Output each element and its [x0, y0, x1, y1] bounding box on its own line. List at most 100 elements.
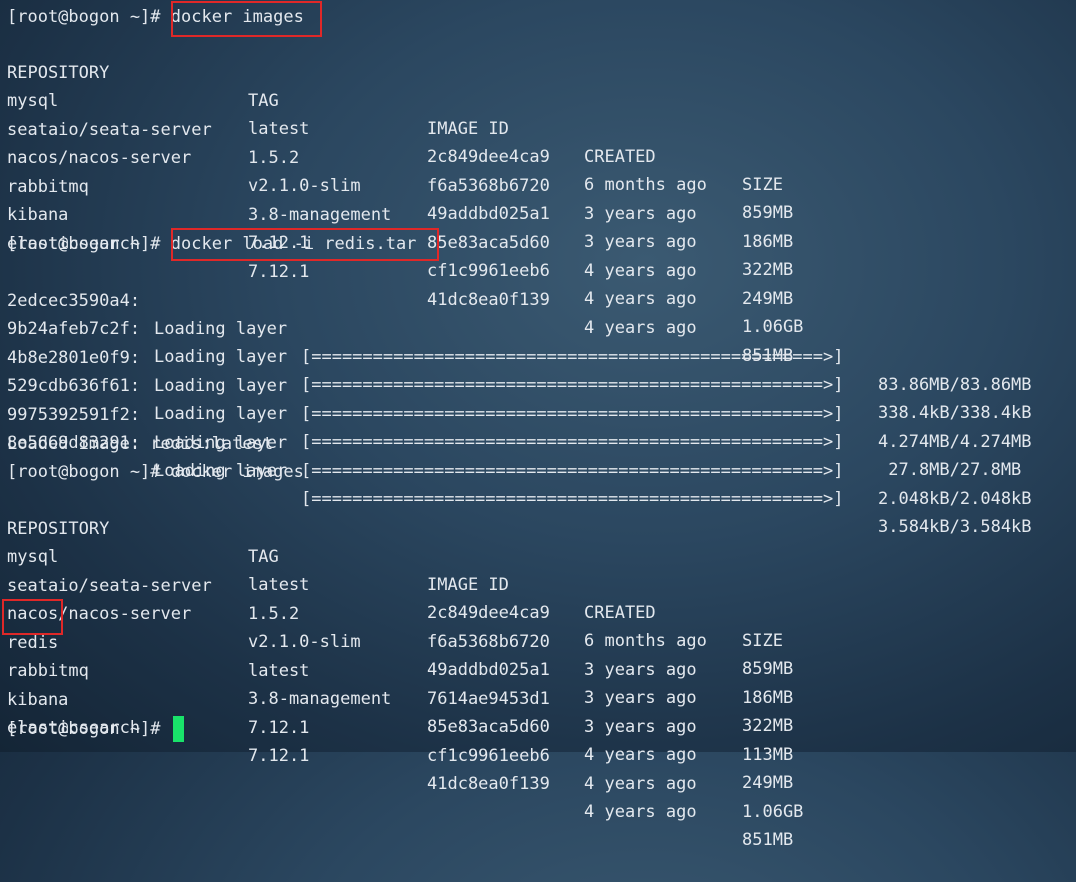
table-header: REPOSITORY TAG IMAGE ID CREATED SIZE [7, 31, 783, 195]
header-image-id: IMAGE ID [427, 119, 509, 139]
highlight-box-docker-images [171, 1, 322, 37]
terminal-cursor[interactable] [173, 716, 184, 742]
table-row: kibana 7.12.1 cf1c9961eeb6 4 years ago 1… [7, 173, 803, 337]
header-image-id: IMAGE ID [427, 575, 509, 595]
header-tag: TAG [248, 91, 279, 111]
load-layer-line: 9975392591f2: Loading layer [===========… [7, 373, 1032, 509]
layer-action: Loading layer [154, 319, 288, 339]
cell-created: 3 years ago [584, 717, 697, 737]
prompt-line: [root@bogon ~]# [7, 715, 171, 743]
cell-image-id: f6a5368b6720 [427, 176, 550, 196]
cell-size: 322MB [742, 716, 794, 736]
shell-prompt: [root@bogon ~]# [7, 719, 161, 739]
progress-bar: [=======================================… [301, 375, 844, 395]
cell-image-id: f6a5368b6720 [427, 632, 550, 652]
load-layer-line: 9b24afeb7c2f: Loading layer [===========… [7, 287, 1032, 423]
cell-image-id: 49addbd025a1 [427, 204, 550, 224]
shell-prompt: [root@bogon ~]# [7, 7, 161, 27]
terminal-window[interactable]: [root@bogon ~]# docker images REPOSITORY… [0, 0, 1076, 850]
cell-size: 249MB [742, 773, 794, 793]
cell-tag: 7.12.1 [248, 746, 310, 766]
layer-progress: 27.8MB/27.8MB [878, 460, 1022, 480]
cell-tag: v2.1.0-slim [248, 632, 361, 652]
cell-created: 3 years ago [584, 660, 697, 680]
cell-created: 4 years ago [584, 774, 697, 794]
table-row: seataio/seata-server 1.5.2 f6a5368b6720 … [7, 88, 793, 252]
layer-progress: 2.048kB/2.048kB [878, 489, 1032, 509]
cell-size: 859MB [742, 203, 794, 223]
highlight-box-docker-load [171, 228, 439, 261]
progress-bar: [=======================================… [301, 461, 844, 481]
layer-action: Loading layer [154, 347, 288, 367]
cell-tag: latest [248, 575, 310, 595]
cell-tag: latest [248, 661, 310, 681]
table-row: nacos/nacos-server v2.1.0-slim 49addbd02… [7, 572, 793, 736]
cell-created: 3 years ago [584, 232, 697, 252]
cell-size: 186MB [742, 688, 794, 708]
cell-image-id: cf1c9961eeb6 [427, 261, 550, 281]
cell-created: 3 years ago [584, 204, 697, 224]
cell-created: 3 years ago [584, 688, 697, 708]
cell-image-id: 85e83aca5d60 [427, 233, 550, 253]
shell-prompt: [root@bogon ~]# [7, 462, 161, 482]
cell-created: 6 months ago [584, 631, 707, 651]
layer-progress: 338.4kB/338.4kB [878, 403, 1032, 423]
cell-size: 186MB [742, 232, 794, 252]
highlight-box-redis [2, 599, 63, 635]
cell-created: 4 years ago [584, 318, 697, 338]
cell-image-id: 2c849dee4ca9 [427, 147, 550, 167]
shell-prompt: [root@bogon ~]# [7, 234, 161, 254]
header-size: SIZE [742, 175, 783, 195]
table-row: elasticsearch 7.12.1 41dc8ea0f139 4 year… [7, 686, 793, 850]
cell-tag: 1.5.2 [248, 604, 300, 624]
cell-image-id: 41dc8ea0f139 [427, 774, 550, 794]
cell-tag: 3.8-management [248, 689, 392, 709]
layer-progress: 4.274MB/4.274MB [878, 432, 1032, 452]
table-row: mysql latest 2c849dee4ca9 6 months ago 8… [7, 59, 793, 223]
load-result: Loaded image: redis:latest [7, 434, 274, 454]
table-row: kibana 7.12.1 cf1c9961eeb6 4 years ago 1… [7, 658, 803, 822]
layer-progress: 83.86MB/83.86MB [878, 375, 1032, 395]
cell-created: 4 years ago [584, 289, 697, 309]
load-layer-line: 8e5669d83291: Loading layer [===========… [7, 401, 1032, 537]
table-row: nacos/nacos-server v2.1.0-slim 49addbd02… [7, 116, 793, 280]
cell-tag: 7.12.1 [248, 718, 310, 738]
cell-size: 1.06GB [742, 317, 804, 337]
cell-tag: v2.1.0-slim [248, 176, 361, 196]
cell-tag: 7.12.1 [248, 262, 310, 282]
load-layer-line: 529cdb636f61: Loading layer [===========… [7, 344, 1021, 480]
header-created: CREATED [584, 147, 656, 167]
cell-image-id: cf1c9961eeb6 [427, 746, 550, 766]
cell-image-id: 2c849dee4ca9 [427, 603, 550, 623]
progress-bar: [=======================================… [301, 347, 844, 367]
cell-created: 4 years ago [584, 745, 697, 765]
table-row: rabbitmq 3.8-management 85e83aca5d60 4 y… [7, 145, 793, 309]
table-row: mysql latest 2c849dee4ca9 6 months ago 8… [7, 515, 793, 679]
cell-image-id: 49addbd025a1 [427, 660, 550, 680]
header-created: CREATED [584, 603, 656, 623]
command-text: docker images [170, 462, 304, 482]
load-layer-line: 4b8e2801e0f9: Loading layer [===========… [7, 316, 1032, 452]
cell-created: 4 years ago [584, 802, 697, 822]
cell-image-id: 41dc8ea0f139 [427, 290, 550, 310]
cell-size: 859MB [742, 659, 794, 679]
cell-created: 6 months ago [584, 175, 707, 195]
cell-tag: latest [248, 119, 310, 139]
layer-action: Loading layer [154, 404, 288, 424]
cell-tag: 3.8-management [248, 205, 392, 225]
cell-created: 4 years ago [584, 261, 697, 281]
layer-action: Loading layer [154, 376, 288, 396]
header-size: SIZE [742, 631, 783, 651]
prompt-line: [root@bogon ~]# docker images [7, 458, 304, 486]
cell-size: 113MB [742, 745, 794, 765]
cell-size: 1.06GB [742, 802, 804, 822]
progress-bar: [=======================================… [301, 432, 844, 452]
cell-size: 851MB [742, 830, 794, 850]
table-row: seataio/seata-server 1.5.2 f6a5368b6720 … [7, 544, 793, 708]
layer-progress: 3.584kB/3.584kB [878, 517, 1032, 537]
table-header: REPOSITORY TAG IMAGE ID CREATED SIZE [7, 487, 783, 651]
cell-image-id: 85e83aca5d60 [427, 717, 550, 737]
progress-bar: [=======================================… [301, 489, 844, 509]
table-row: elasticsearch 7.12.1 41dc8ea0f139 4 year… [7, 202, 793, 366]
cell-size: 322MB [742, 260, 794, 280]
